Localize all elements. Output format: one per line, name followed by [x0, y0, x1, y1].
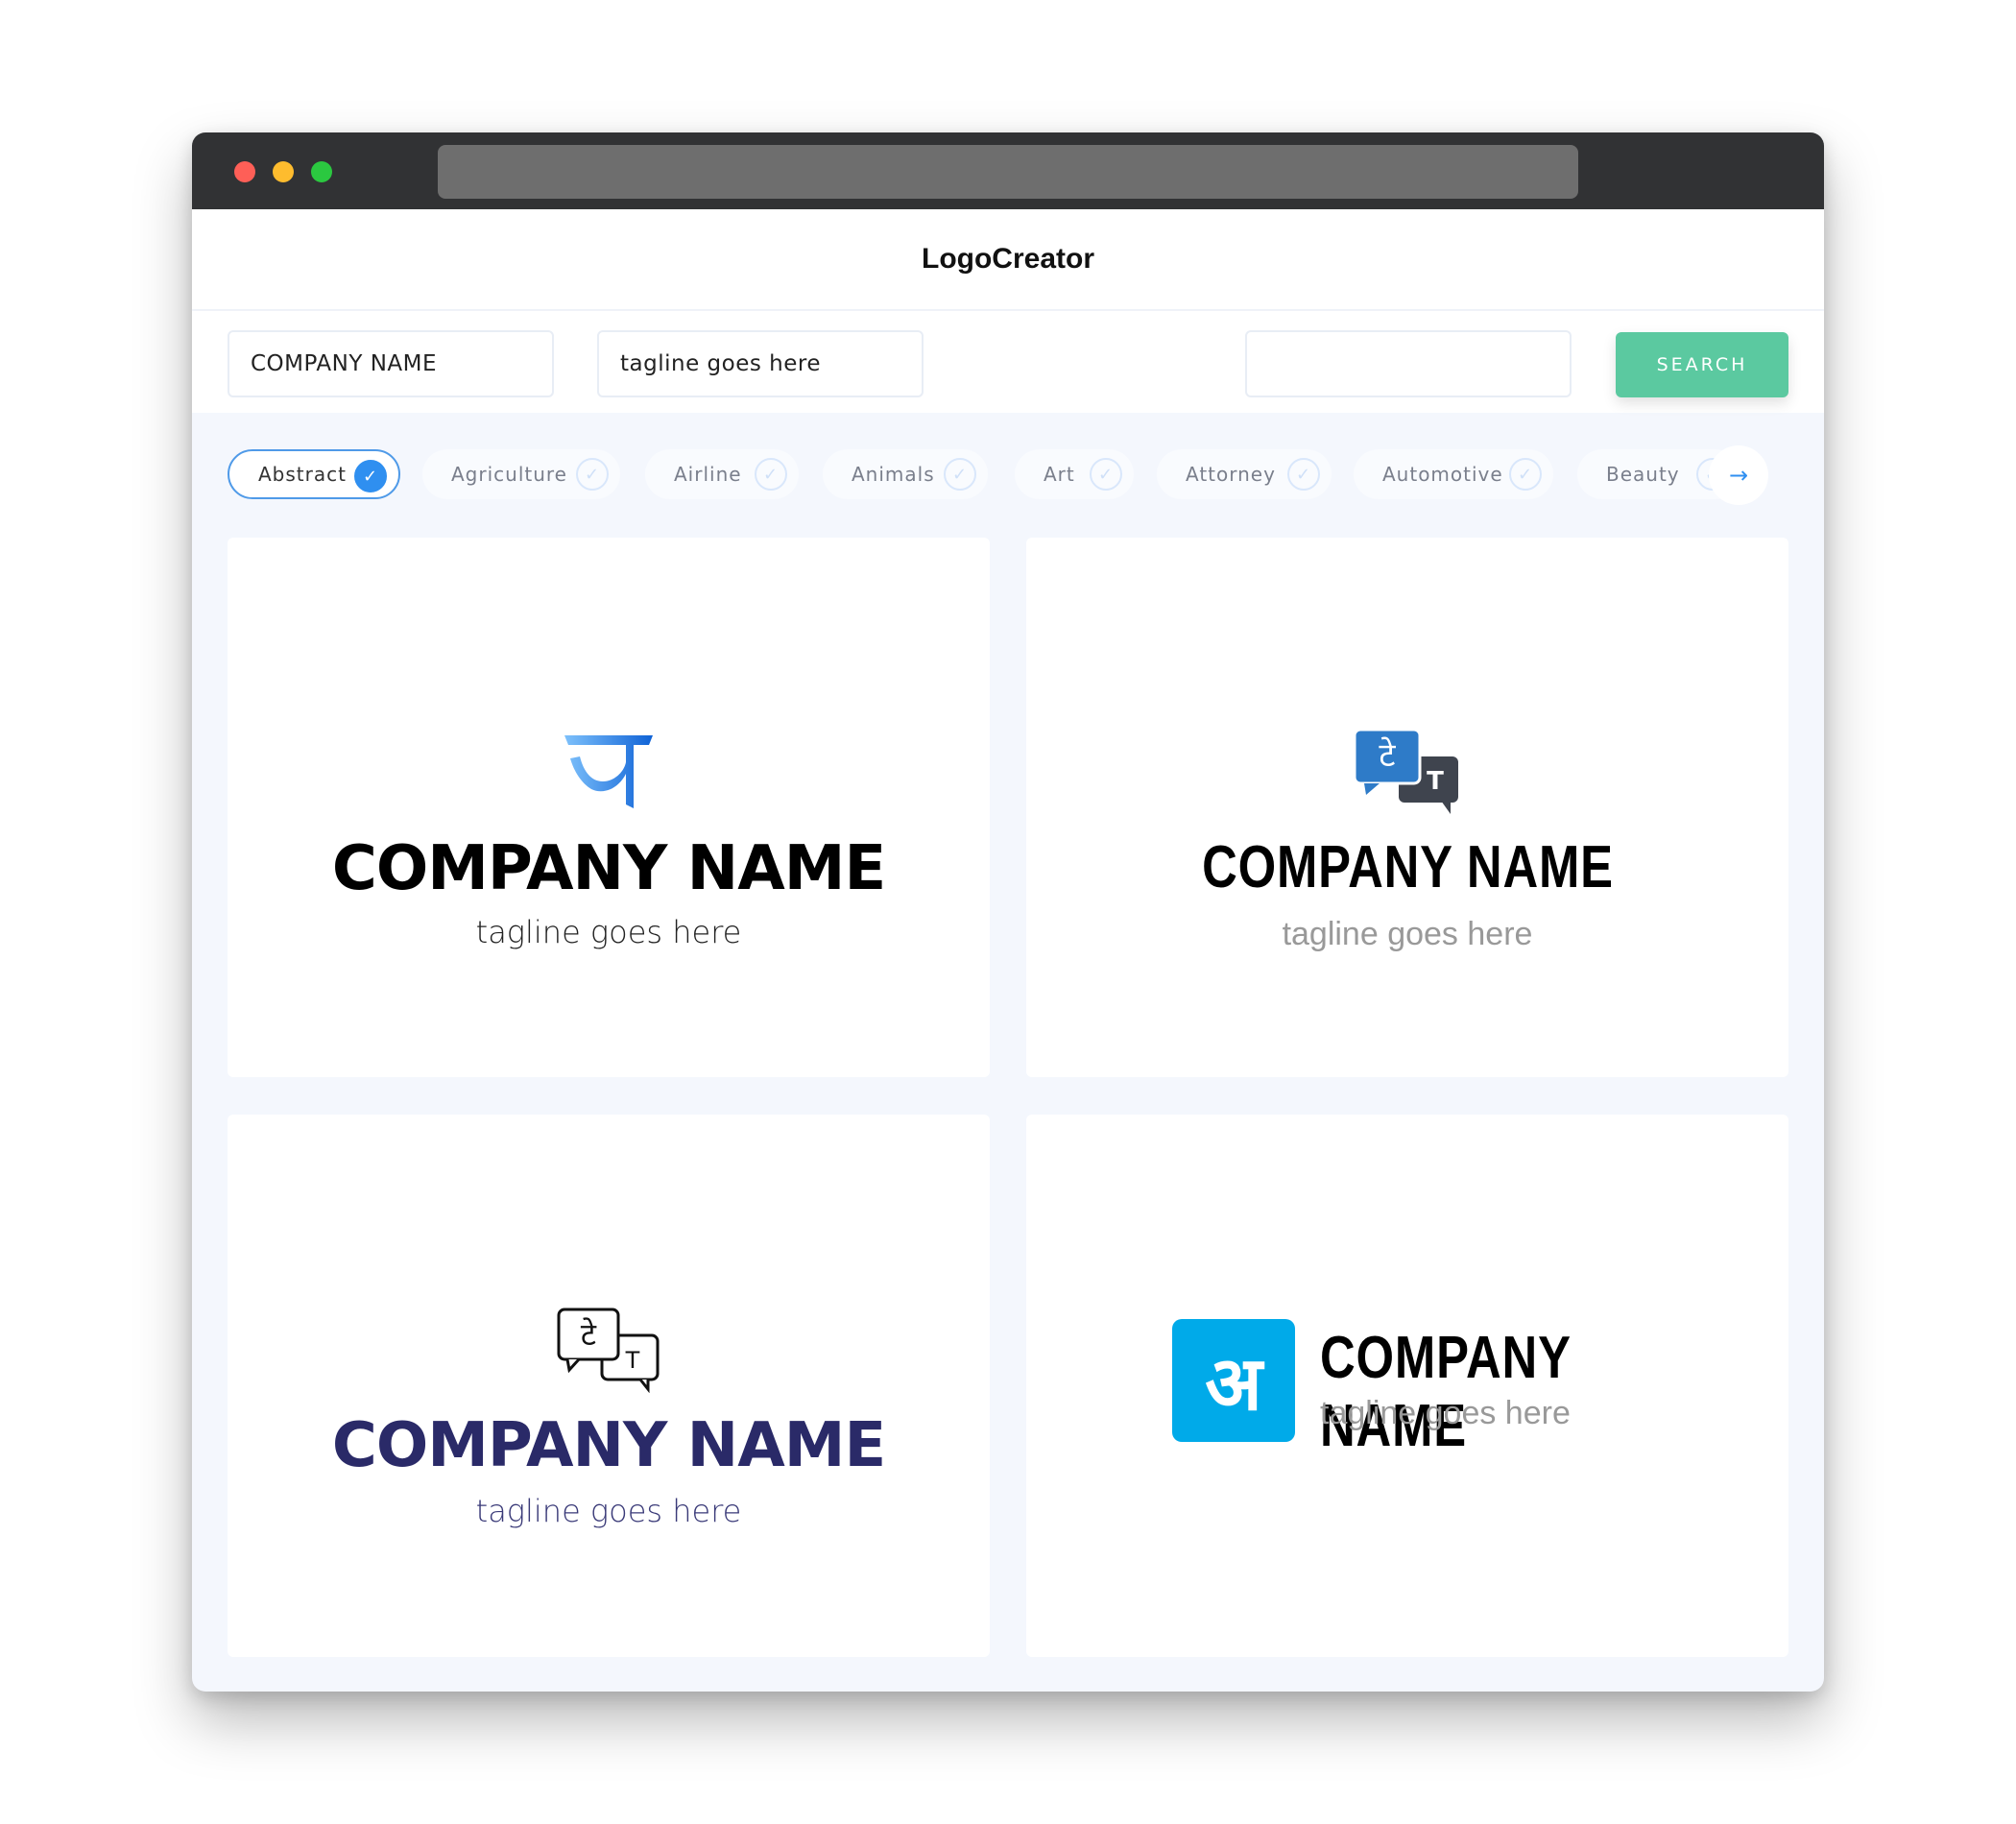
- maximize-window-button[interactable]: [311, 161, 332, 182]
- category-chip-agriculture[interactable]: Agriculture ✓: [422, 449, 620, 499]
- category-filter: Abstract ✓ Agriculture ✓ Airline ✓ Anima…: [192, 438, 1824, 524]
- logo-icon-wrap: [228, 733, 990, 814]
- logo-card[interactable]: टे T COMPANY NAME tagline goes here: [228, 1115, 990, 1657]
- chip-label: Automotive: [1382, 463, 1503, 486]
- devanagari-a-square-icon: अ: [1172, 1319, 1295, 1442]
- chip-label: Agriculture: [451, 463, 567, 486]
- category-chip-attorney[interactable]: Attorney ✓: [1157, 449, 1332, 499]
- close-window-button[interactable]: [234, 161, 255, 182]
- check-icon: ✓: [1509, 458, 1542, 491]
- app-header: LogoCreator: [192, 209, 1824, 309]
- chip-label: Airline: [674, 463, 742, 486]
- company-name-text: COMPANY NAME: [331, 833, 886, 904]
- category-chip-animals[interactable]: Animals ✓: [823, 449, 988, 499]
- title-bar: [192, 132, 1824, 209]
- check-icon: ✓: [755, 458, 787, 491]
- company-name-text: COMPANY NAME: [1320, 1325, 1571, 1459]
- tagline-input[interactable]: tagline goes here: [597, 330, 924, 397]
- chip-label: Beauty: [1606, 463, 1680, 486]
- tagline-text: tagline goes here: [475, 914, 742, 950]
- chip-label: Attorney: [1186, 463, 1276, 486]
- search-button[interactable]: SEARCH: [1616, 332, 1788, 397]
- svg-text:टे: टे: [581, 1316, 597, 1353]
- category-chip-art[interactable]: Art ✓: [1015, 449, 1134, 499]
- check-icon: ✓: [1287, 458, 1320, 491]
- chip-label: Animals: [852, 463, 935, 486]
- check-icon: ✓: [944, 458, 976, 491]
- chip-label: Abstract: [258, 463, 347, 486]
- tagline-text: tagline goes here: [475, 1493, 742, 1529]
- minimize-window-button[interactable]: [273, 161, 294, 182]
- svg-text:T: T: [1427, 767, 1444, 796]
- app-title: LogoCreator: [922, 243, 1094, 275]
- logo-card[interactable]: COMPANY NAME tagline goes here: [228, 538, 990, 1077]
- logo-card[interactable]: टे T COMPANY NAME tagline goes here: [1026, 538, 1788, 1077]
- svg-text:टे: टे: [1379, 736, 1396, 775]
- translate-bubbles-filled-icon: टे T: [1353, 728, 1458, 814]
- company-name-text: COMPANY NAME: [1201, 834, 1614, 900]
- tagline-text: tagline goes here: [1320, 1395, 1571, 1431]
- category-chip-abstract[interactable]: Abstract ✓: [228, 449, 400, 499]
- check-icon: ✓: [576, 458, 609, 491]
- svg-text:T: T: [625, 1347, 640, 1374]
- tagline-text: tagline goes here: [1282, 916, 1533, 952]
- devanagari-ja-icon: [564, 735, 653, 808]
- category-chip-airline[interactable]: Airline ✓: [645, 449, 799, 499]
- chip-label: Art: [1044, 463, 1075, 486]
- check-icon: ✓: [354, 460, 387, 492]
- translate-bubbles-outline-icon: टे T: [557, 1308, 660, 1394]
- keyword-input[interactable]: [1245, 330, 1572, 397]
- company-name-input[interactable]: COMPANY NAME: [228, 330, 554, 397]
- browser-window: LogoCreator COMPANY NAME tagline goes he…: [192, 132, 1824, 1692]
- address-bar[interactable]: [438, 145, 1578, 199]
- next-categories-button[interactable]: →: [1709, 445, 1768, 505]
- check-icon: ✓: [1090, 458, 1122, 491]
- company-name-text: COMPANY NAME: [331, 1410, 886, 1481]
- arrow-right-icon: →: [1728, 462, 1749, 489]
- search-bar: COMPANY NAME tagline goes here SEARCH: [192, 311, 1824, 413]
- category-chip-automotive[interactable]: Automotive ✓: [1354, 449, 1553, 499]
- logo-card[interactable]: अ COMPANY NAME tagline goes here: [1026, 1115, 1788, 1657]
